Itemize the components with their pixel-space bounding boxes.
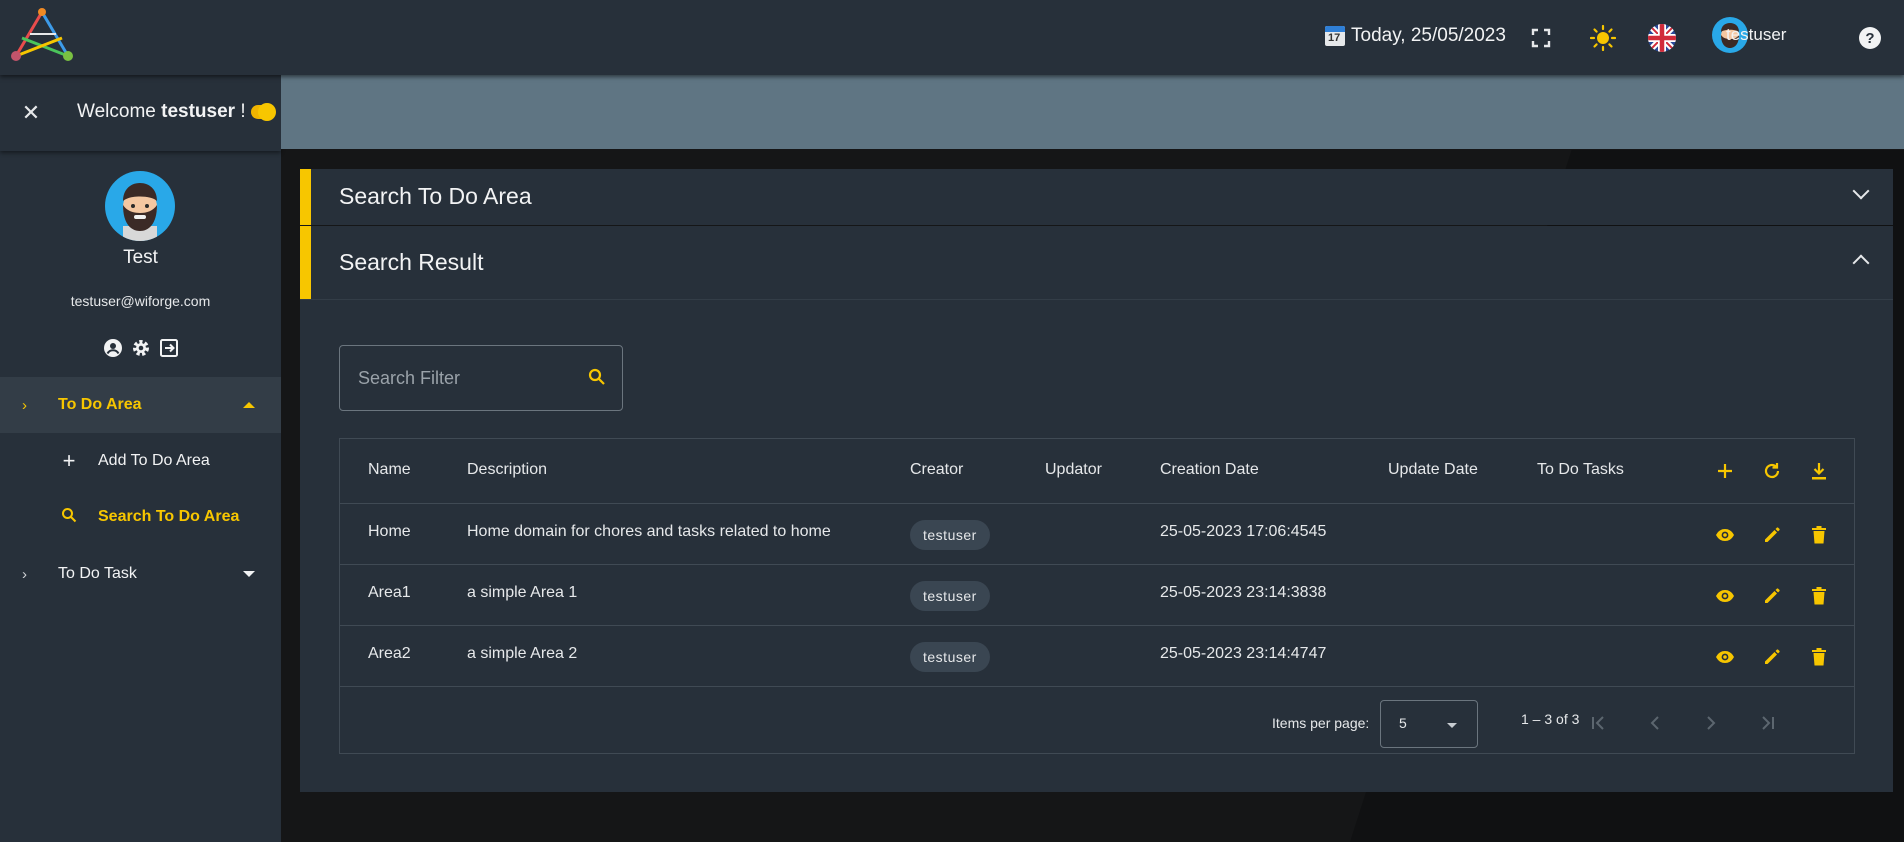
chevron-right-icon: › xyxy=(22,396,27,414)
cell-description: Home domain for chores and tasks related… xyxy=(467,523,831,540)
settings-gear-icon[interactable] xyxy=(130,337,152,359)
uk-flag-icon[interactable] xyxy=(1648,24,1676,52)
panel-accent xyxy=(300,226,311,299)
column-header[interactable]: Description xyxy=(467,461,547,479)
items-per-page-label: Items per page: xyxy=(1272,715,1370,731)
welcome-message: Welcome testuser ! xyxy=(77,101,246,122)
cell-creation-date: 25-05-2023 23:14:3838 xyxy=(1160,584,1327,601)
column-header[interactable]: Updator xyxy=(1045,461,1102,479)
column-header[interactable]: Creator xyxy=(910,461,963,479)
delete-trash-icon[interactable] xyxy=(1808,646,1830,668)
view-eye-icon[interactable] xyxy=(1714,585,1736,607)
table-row[interactable]: Area1 a simple Area 1 testuser 25-05-202… xyxy=(340,565,1854,626)
light-theme-icon[interactable] xyxy=(1589,24,1617,52)
sidebar-item-todo-task[interactable]: › To Do Task xyxy=(0,546,281,602)
today-date: 17 Today, 25/05/2023 xyxy=(1325,25,1506,47)
first-page-icon[interactable] xyxy=(1587,711,1611,735)
creator-chip: testuser xyxy=(910,581,990,611)
caret-down-icon xyxy=(243,571,255,577)
profile-actions xyxy=(102,337,180,359)
profile-avatar xyxy=(105,171,175,241)
welcome-bar: ✕ Welcome testuser ! xyxy=(0,75,281,151)
page-banner xyxy=(281,75,1904,149)
topbar-username[interactable]: testuser xyxy=(1726,25,1786,45)
add-icon[interactable] xyxy=(1714,460,1736,482)
items-per-page-select[interactable]: 5 xyxy=(1380,700,1478,748)
sidebar-toggle[interactable] xyxy=(251,103,276,121)
page-range: 1 – 3 of 3 xyxy=(1521,711,1580,727)
table-row[interactable]: Area2 a simple Area 2 testuser 25-05-202… xyxy=(340,626,1854,687)
download-icon[interactable] xyxy=(1808,460,1830,482)
result-panel-title: Search Result xyxy=(339,249,484,275)
edit-pencil-icon[interactable] xyxy=(1761,524,1783,546)
column-header[interactable]: Creation Date xyxy=(1160,461,1259,479)
column-header[interactable]: To Do Tasks xyxy=(1537,461,1624,479)
refresh-icon[interactable] xyxy=(1761,460,1783,482)
cell-name: Home xyxy=(368,523,411,540)
result-panel-header[interactable]: Search Result xyxy=(300,226,1893,300)
cell-creation-date: 25-05-2023 17:06:4545 xyxy=(1160,523,1327,540)
profile-name: Test xyxy=(123,247,158,268)
column-header[interactable]: Update Date xyxy=(1388,461,1478,479)
search-filter-field[interactable] xyxy=(339,345,623,411)
results-table: Name Description Creator Updator Creatio… xyxy=(339,438,1855,754)
logout-icon[interactable] xyxy=(158,337,180,359)
account-icon[interactable] xyxy=(102,337,124,359)
delete-trash-icon[interactable] xyxy=(1808,524,1830,546)
profile-email: testuser@wiforge.com xyxy=(70,293,211,309)
view-eye-icon[interactable] xyxy=(1714,646,1736,668)
app-logo[interactable] xyxy=(8,6,76,66)
cell-creation-date: 25-05-2023 23:14:4747 xyxy=(1160,645,1327,662)
sidebar-subitem-add-area[interactable]: + Add To Do Area xyxy=(0,433,281,489)
calendar-icon: 17 xyxy=(1325,26,1345,46)
chevron-up-icon[interactable] xyxy=(1852,254,1870,272)
search-panel-header[interactable]: Search To Do Area xyxy=(300,169,1893,225)
view-eye-icon[interactable] xyxy=(1714,524,1736,546)
search-icon xyxy=(60,507,78,528)
next-page-icon[interactable] xyxy=(1699,711,1723,735)
table-row[interactable]: Home Home domain for chores and tasks re… xyxy=(340,504,1854,565)
caret-up-icon xyxy=(243,402,255,408)
last-page-icon[interactable] xyxy=(1755,711,1779,735)
column-header[interactable]: Name xyxy=(368,461,411,479)
edit-pencil-icon[interactable] xyxy=(1761,646,1783,668)
table-header-row: Name Description Creator Updator Creatio… xyxy=(340,439,1854,504)
caret-down-icon xyxy=(1447,723,1457,728)
panel-accent xyxy=(300,169,311,225)
today-date-text: Today, 25/05/2023 xyxy=(1351,25,1506,46)
help-icon[interactable]: ? xyxy=(1856,24,1884,52)
cell-name: Area1 xyxy=(368,584,411,601)
search-icon[interactable] xyxy=(588,368,606,391)
search-input[interactable] xyxy=(358,364,578,392)
sidebar-item-todo-area[interactable]: › To Do Area xyxy=(0,377,281,433)
sidebar-subitem-search-area[interactable]: Search To Do Area xyxy=(0,489,281,545)
creator-chip: testuser xyxy=(910,520,990,550)
creator-chip: testuser xyxy=(910,642,990,672)
search-panel-title: Search To Do Area xyxy=(339,183,532,209)
top-bar: 17 Today, 25/05/2023 testuser ? xyxy=(0,0,1904,75)
close-sidebar-icon[interactable]: ✕ xyxy=(21,102,41,124)
sidebar-item-label: To Do Area xyxy=(58,396,142,413)
chevron-down-icon[interactable] xyxy=(1852,182,1870,200)
chevron-right-icon: › xyxy=(22,565,27,583)
plus-icon: + xyxy=(62,448,76,473)
sidebar-item-label: To Do Task xyxy=(58,565,137,582)
cell-name: Area2 xyxy=(368,645,411,662)
sidebar-subitem-label: Search To Do Area xyxy=(98,508,240,525)
cell-description: a simple Area 1 xyxy=(467,584,578,601)
svg-text:?: ? xyxy=(1865,30,1874,47)
edit-pencil-icon[interactable] xyxy=(1761,585,1783,607)
sidebar-subitem-label: Add To Do Area xyxy=(98,452,210,469)
delete-trash-icon[interactable] xyxy=(1808,585,1830,607)
cell-description: a simple Area 2 xyxy=(467,645,578,662)
fullscreen-icon[interactable] xyxy=(1527,24,1555,52)
previous-page-icon[interactable] xyxy=(1643,711,1667,735)
items-per-page-value: 5 xyxy=(1399,715,1407,731)
